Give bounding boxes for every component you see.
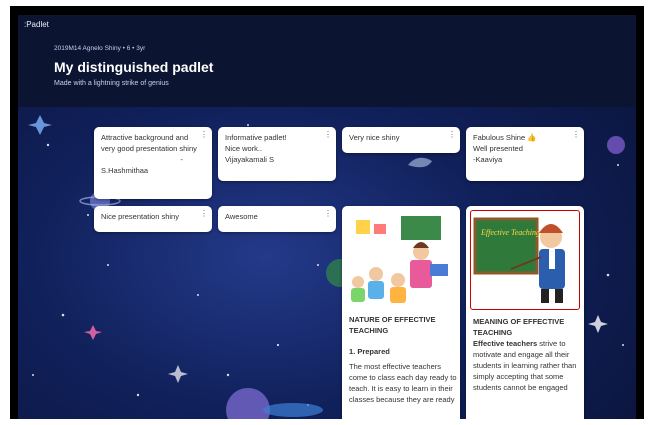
page-title: My distinguished padlet [54, 59, 214, 75]
post-text: students in learning rather than [473, 361, 577, 370]
post-text: simply accepting that some [473, 372, 564, 381]
post-text: teach. It is easy to learn in their [349, 384, 453, 393]
post-title: TEACHING [473, 328, 513, 337]
post-text: The most effective teachers [349, 362, 441, 371]
effective-teaching-image: Effective Teaching [473, 217, 565, 303]
post-text: Attractive background and [101, 133, 189, 142]
post-menu-icon[interactable]: ⋮ [324, 131, 332, 139]
post-bold-text: Effective teachers [473, 339, 538, 348]
post-text: students cannot be engaged [473, 383, 568, 392]
post-text: Effective teachers strive to [473, 338, 577, 349]
post-card[interactable]: ⋮ Awesome [218, 206, 336, 232]
post-card[interactable]: ⋮ Very nice shiny [342, 127, 460, 153]
teacher-classroom-illustration [346, 210, 456, 308]
post-title: NATURE OF EFFECTIVE [349, 315, 436, 324]
post-text: classes because they are ready [349, 395, 455, 404]
post-text: Nice presentation shiny [101, 212, 179, 221]
post-author: S.Hashmithaa [101, 166, 149, 175]
post-heading: 1. Prepared [349, 347, 390, 356]
post-text: - [180, 155, 184, 164]
post-menu-icon[interactable]: ⋮ [200, 210, 208, 218]
post-menu-icon[interactable]: ⋮ [200, 131, 208, 139]
post-card[interactable]: ⋮ NATURE [342, 206, 460, 419]
post-text: Nice work.. [225, 144, 263, 153]
post-text: Informative padlet! [225, 133, 287, 142]
post-text: very good presentation shiny [101, 144, 197, 153]
post-text: Very nice shiny [349, 133, 400, 142]
screenshot-frame: :Padlet 2019M14 Agnelo Shiny • 6 • 3yr M… [10, 6, 644, 419]
post-text: Fabulous Shine 👍 [473, 133, 537, 142]
post-text: come to class each day ready to [349, 373, 457, 382]
post-card[interactable]: ⋮ Effective Teaching MEANING OF EFFECTIV… [466, 206, 584, 419]
brand-logo[interactable]: :Padlet [24, 20, 49, 29]
padlet-board: :Padlet 2019M14 Agnelo Shiny • 6 • 3yr M… [18, 15, 636, 419]
post-title: MEANING OF EFFECTIVE [473, 317, 565, 326]
post-card[interactable]: ⋮ Attractive background and very good pr… [94, 127, 212, 199]
post-text-rest: strive to [537, 339, 566, 348]
post-card[interactable]: ⋮ Nice presentation shiny [94, 206, 212, 232]
post-menu-icon[interactable]: ⋮ [324, 210, 332, 218]
padlet-header: :Padlet 2019M14 Agnelo Shiny • 6 • 3yr M… [18, 15, 636, 107]
effective-teaching-illustration: Effective Teaching [470, 210, 580, 310]
post-card[interactable]: ⋮ Informative padlet! Nice work.. Vijaya… [218, 127, 336, 181]
post-text: motivate and engage all their [473, 350, 570, 359]
teacher-classroom-image [346, 210, 456, 308]
padlet-meta: 2019M14 Agnelo Shiny • 6 • 3yr [54, 45, 146, 52]
post-text: Awesome [225, 212, 258, 221]
post-text: Well presented [473, 144, 523, 153]
post-menu-icon[interactable]: ⋮ [448, 131, 456, 139]
post-title: TEACHING [349, 326, 389, 335]
post-menu-icon[interactable]: ⋮ [572, 131, 580, 139]
page-subtitle: Made with a lightning strike of genius [54, 80, 169, 87]
post-author: Vijayakamali S [225, 155, 275, 164]
post-card[interactable]: ⋮ Fabulous Shine 👍 Well presented -Kaavi… [466, 127, 584, 181]
post-author: -Kaaviya [473, 155, 503, 164]
board-text: Effective Teaching [480, 228, 540, 237]
